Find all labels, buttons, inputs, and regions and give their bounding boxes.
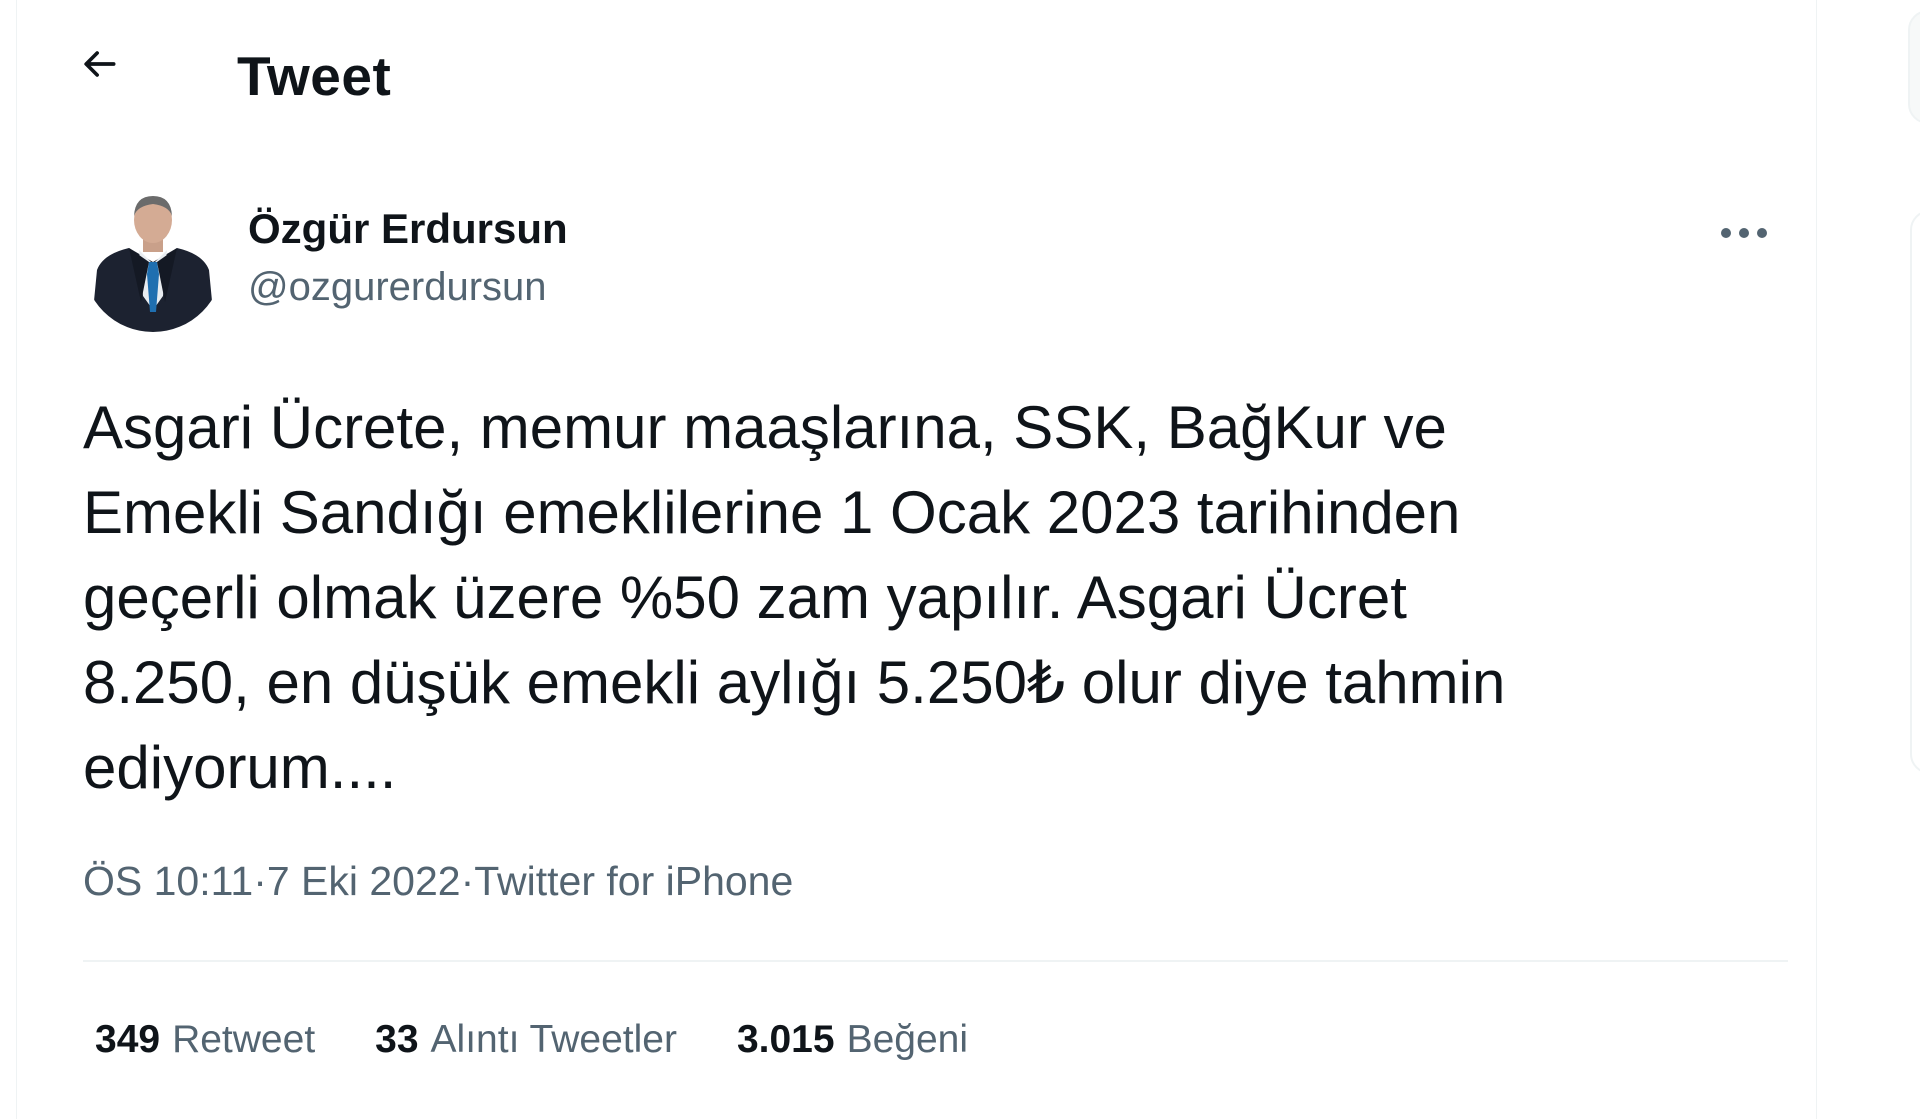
tweet-date[interactable]: 7 Eki 2022 [267,856,461,906]
arrow-left-icon [77,42,121,91]
search-box-edge[interactable] [1908,10,1920,124]
retweet-count: 349 [95,1018,161,1061]
likes-stat[interactable]: 3.015 Beğeni [737,1015,968,1065]
divider [83,960,1788,962]
more-horizontal-icon [1720,226,1768,244]
tweet-source[interactable]: Twitter for iPhone [474,856,793,906]
quote-tweets-stat[interactable]: 33 Alıntı Tweetler [375,1015,677,1065]
tweet-author: Özgür Erdursun @ozgurerdursun [17,180,1816,340]
retweet-label: Retweet [172,1018,316,1061]
page: Tweet Özgür Erdursun @ozgurerdursun Asga… [0,0,1920,1119]
avatar[interactable] [83,192,223,332]
author-handle[interactable]: @ozgurerdursun [248,263,547,311]
page-title: Tweet [237,45,392,107]
like-count: 3.015 [736,1018,835,1061]
tweet-time[interactable]: ÖS 10:11 [83,856,253,906]
like-label: Beğeni [846,1018,968,1061]
tweet-meta: ÖS 10:11 · 7 Eki 2022 · Twitter for iPho… [83,856,793,906]
quote-count: 33 [375,1018,419,1061]
tweet-stats: 349 Retweet 33 Alıntı Tweetler 3.015 Beğ… [95,1015,968,1065]
main-column: Tweet Özgür Erdursun @ozgurerdursun Asga… [16,0,1817,1119]
sidebar-panel-edge [1910,210,1920,774]
avatar-image [83,192,223,332]
meta-separator: · [460,858,475,904]
quote-label: Alıntı Tweetler [430,1018,677,1061]
more-options-button[interactable] [1709,210,1779,260]
retweets-stat[interactable]: 349 Retweet [95,1015,315,1065]
tweet-text: Asgari Ücrete, memur maaşlarına, SSK, Ba… [83,394,1506,801]
author-name[interactable]: Özgür Erdursun [248,204,568,254]
back-button[interactable] [67,34,131,98]
header: Tweet [17,0,1816,150]
meta-separator: · [253,858,267,904]
